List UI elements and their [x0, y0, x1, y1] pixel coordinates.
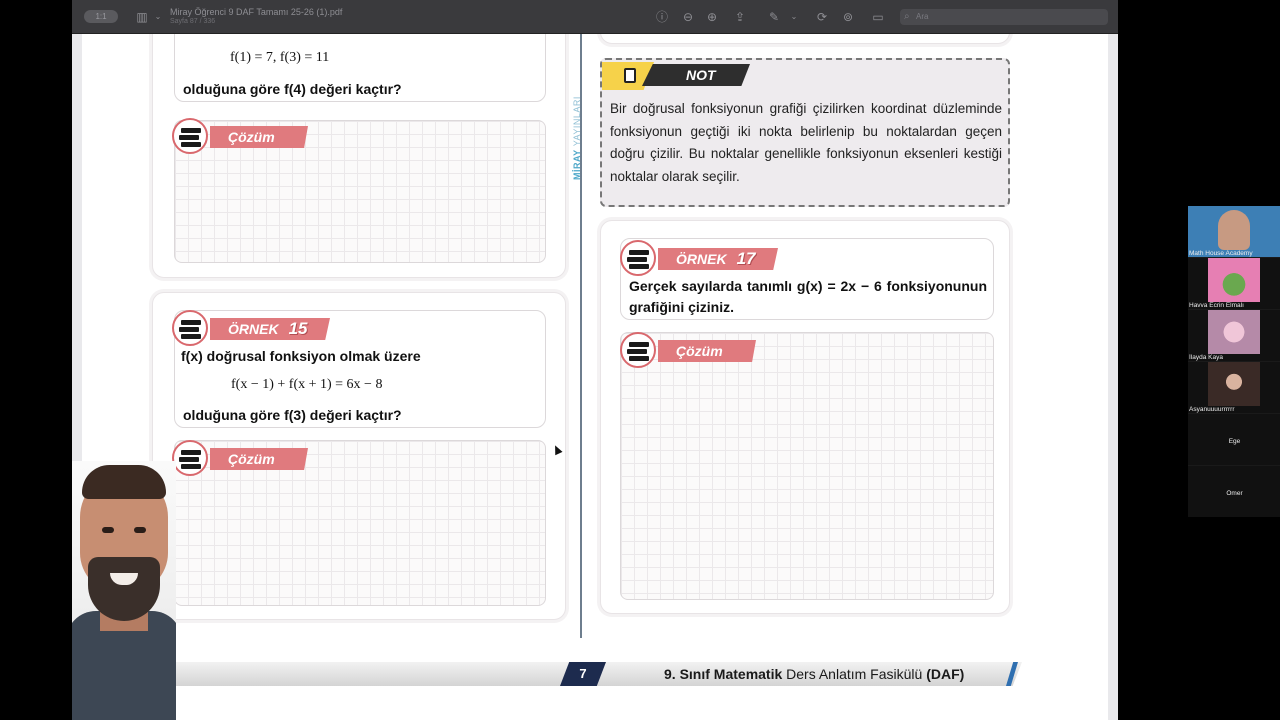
participant-name: Havva Ecrin Elmalı — [1189, 302, 1244, 309]
markup-pen-icon[interactable]: ✎ — [766, 9, 782, 25]
participant-name: Math House Academy — [1189, 250, 1253, 257]
markup-chevron-icon[interactable]: ⌄ — [786, 9, 802, 25]
example-17-solution-banner: Çözüm — [620, 332, 760, 368]
screen: 1:1 ▥ ⌄ Miray Öğrenci 9 DAF Tamamı 25-26… — [0, 0, 1280, 720]
example-label: ÖRNEK — [228, 321, 279, 337]
participant-tile[interactable]: Math House Academy — [1188, 206, 1280, 257]
footer-code: (DAF) — [926, 666, 965, 682]
footer-title: 9. Sınıf Matematik Ders Anlatım Fasikülü… — [664, 666, 964, 682]
viewer-toolbar: 1:1 ▥ ⌄ Miray Öğrenci 9 DAF Tamamı 25-26… — [72, 0, 1118, 34]
info-icon[interactable]: ⓘ — [654, 9, 670, 25]
footer-rest: Ders Anlatım Fasikülü — [786, 666, 923, 682]
participant-name: Asyanuuuurrrrrr — [1189, 406, 1235, 413]
share-icon[interactable]: ⇪ — [732, 9, 748, 25]
presenter-webcam — [72, 461, 176, 720]
zoom-out-icon[interactable]: ⊖ — [680, 9, 696, 25]
zoom-in-icon[interactable]: ⊕ — [704, 9, 720, 25]
note-tag: NOT — [602, 62, 752, 90]
solution-label: Çözüm — [210, 126, 308, 148]
previous-question-text: olduğuna göre f(4) değeri kaçtır? — [183, 81, 402, 97]
brand-text: MİRAY YAYINLARI — [572, 80, 588, 180]
pdf-page: f(1) = 7, f(3) = 11 olduğuna göre f(4) d… — [82, 34, 1108, 720]
example-17-question: Gerçek sayılarda tanımlı g(x) = 2x − 6 f… — [629, 278, 987, 315]
participant-strip: Math House Academy Havva Ecrin Elmalı İl… — [1188, 206, 1280, 517]
previous-solution-banner: Çözüm — [172, 118, 312, 154]
books-icon — [620, 332, 656, 368]
note-label: NOT — [642, 64, 750, 86]
example-15-intro: f(x) doğrusal fonksiyon olmak üzere — [181, 348, 421, 364]
form-icon[interactable]: ▭ — [870, 9, 886, 25]
example-15-banner: ÖRNEK 15 — [172, 310, 332, 346]
previous-right-card — [600, 34, 1010, 44]
participant-tile[interactable]: Asyanuuuurrrrrr — [1188, 362, 1280, 413]
books-icon — [172, 440, 208, 476]
footer-grade: 9. Sınıf — [664, 666, 710, 682]
presenter-eye — [102, 527, 114, 533]
example-label: ÖRNEK — [676, 251, 727, 267]
books-icon — [172, 118, 208, 154]
participant-video — [1218, 210, 1250, 250]
example-15-question: olduğuna göre f(3) değeri kaçtır? — [183, 407, 402, 423]
pdf-viewer-window: 1:1 ▥ ⌄ Miray Öğrenci 9 DAF Tamamı 25-26… — [72, 0, 1118, 720]
participant-tile[interactable]: İlayda Kaya — [1188, 310, 1280, 361]
participant-tile[interactable]: Ege — [1188, 414, 1280, 465]
brand-strong: MİRAY — [572, 149, 582, 180]
footer-subject: Matematik — [713, 666, 783, 682]
participant-avatar — [1208, 362, 1260, 406]
participant-avatar — [1208, 310, 1260, 354]
example-number: 17 — [736, 249, 756, 268]
participant-name: Ege — [1228, 438, 1241, 445]
solution-label: Çözüm — [658, 340, 756, 362]
sidebar-toggle-pill[interactable]: 1:1 — [84, 10, 118, 23]
note-text: Bir doğrusal fonksiyonun grafiği çizilir… — [610, 101, 1002, 184]
example-17-solution-area[interactable] — [620, 332, 994, 600]
presenter-hair — [82, 465, 166, 499]
presenter-eye — [134, 527, 146, 533]
participant-avatar — [1208, 258, 1260, 302]
document-icon — [624, 68, 636, 83]
books-icon — [620, 240, 656, 276]
example-15-equation: f(x − 1) + f(x + 1) = 6x − 8 — [231, 377, 383, 392]
participant-tile[interactable]: Ömer — [1188, 466, 1280, 517]
example-15-tag: ÖRNEK 15 — [210, 318, 330, 340]
participant-name: İlayda Kaya — [1189, 354, 1223, 361]
participant-name: Ömer — [1226, 490, 1243, 497]
example-15-solution-banner: Çözüm — [172, 440, 312, 476]
highlight-icon[interactable]: ⊚ — [840, 9, 856, 25]
rotate-icon[interactable]: ⟳ — [814, 9, 830, 25]
solution-label: Çözüm — [210, 448, 308, 470]
brand-light: YAYINLARI — [572, 96, 582, 147]
example-17-tag: ÖRNEK 17 — [658, 248, 778, 270]
search-input[interactable]: Ara — [900, 9, 1108, 25]
sidebar-icon[interactable]: ▥ — [134, 9, 150, 25]
document-title: Miray Öğrenci 9 DAF Tamamı 25-26 (1).pdf — [170, 7, 343, 17]
chevron-down-icon[interactable]: ⌄ — [150, 9, 166, 25]
example-17-banner: ÖRNEK 17 — [620, 240, 780, 276]
previous-given-values: f(1) = 7, f(3) = 11 — [230, 50, 330, 65]
example-number: 15 — [288, 319, 308, 338]
page-info: Sayfa 87 / 336 — [170, 18, 216, 25]
books-icon — [172, 310, 208, 346]
participant-tile[interactable]: Havva Ecrin Elmalı — [1188, 258, 1280, 309]
